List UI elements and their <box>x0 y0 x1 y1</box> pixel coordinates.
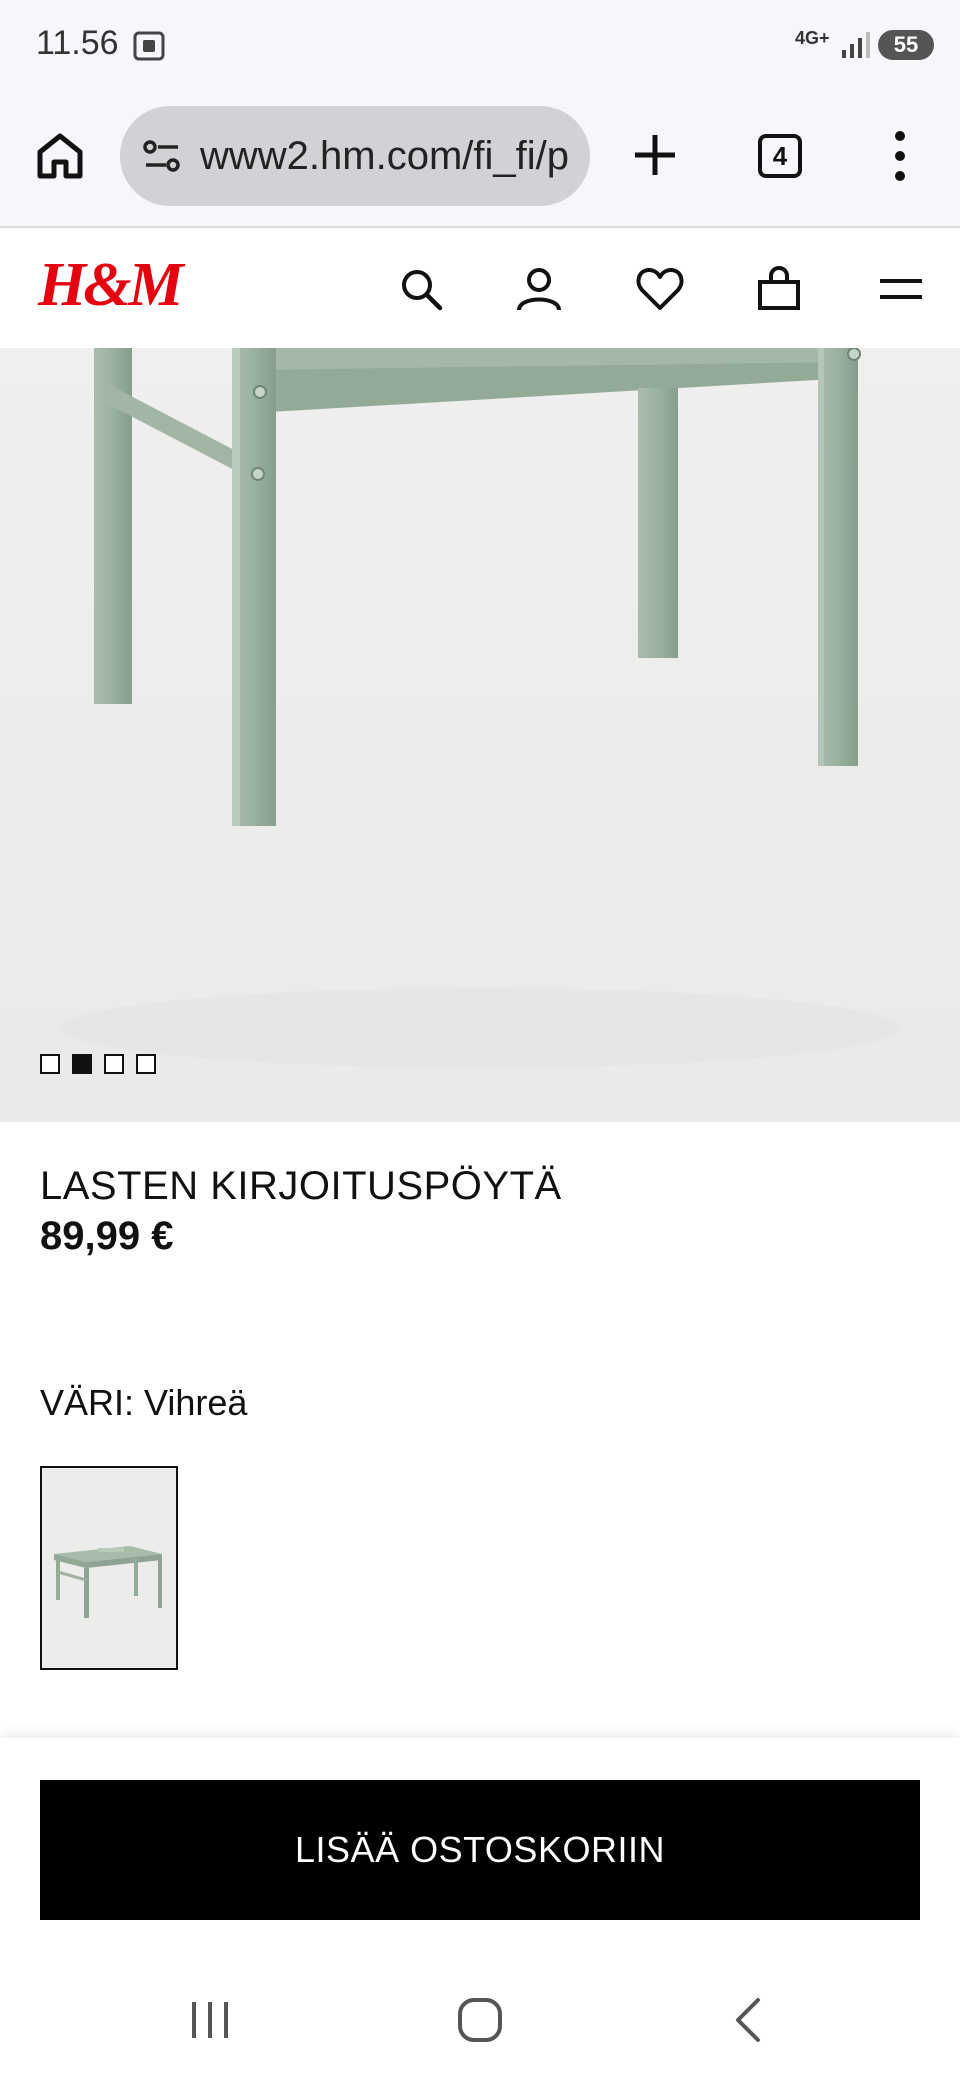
recent-apps-icon[interactable] <box>180 1990 240 2050</box>
battery-indicator: 55 <box>878 30 934 60</box>
hamburger-menu-icon[interactable] <box>876 264 926 314</box>
shopping-bag-icon[interactable] <box>754 264 804 314</box>
home-nav-icon[interactable] <box>450 1990 510 2050</box>
carousel-dot-4[interactable] <box>136 1054 156 1074</box>
site-settings-icon[interactable] <box>142 138 182 174</box>
desk-illustration <box>60 348 900 1068</box>
carousel-dot-1[interactable] <box>40 1054 60 1074</box>
product-price: 89,99 € <box>40 1214 174 1258</box>
product-title: LASTEN KIRJOITUSPÖYTÄ <box>40 1164 562 1208</box>
carousel-dot-3[interactable] <box>104 1054 124 1074</box>
status-time: 11.56 <box>36 24 119 62</box>
home-icon[interactable] <box>34 130 86 182</box>
more-menu-icon[interactable] <box>880 128 920 184</box>
system-nav-bar <box>0 1950 960 2080</box>
hm-logo[interactable]: H&M <box>38 250 184 321</box>
search-icon[interactable] <box>396 264 446 314</box>
tab-switcher-button[interactable]: 4 <box>758 134 802 178</box>
network-indicator: 4G+ <box>795 28 830 48</box>
url-text: www2.hm.com/fi_fi/p <box>200 134 569 178</box>
address-bar[interactable]: www2.hm.com/fi_fi/p <box>120 106 590 206</box>
new-tab-icon[interactable] <box>630 130 680 180</box>
carousel-dots <box>40 1054 156 1074</box>
color-swatch-green[interactable] <box>40 1466 178 1670</box>
swatch-thumbnail <box>54 1546 162 1618</box>
account-icon[interactable] <box>514 264 564 314</box>
site-header: H&M <box>0 230 960 348</box>
status-bar: 11.56 4G+ 55 <box>0 0 960 92</box>
signal-icon <box>842 32 870 58</box>
sticky-cart-bar: LISÄÄ OSTOSKORIIN <box>0 1738 960 1950</box>
add-to-cart-button[interactable]: LISÄÄ OSTOSKORIIN <box>40 1780 920 1920</box>
screenshot-icon <box>133 31 165 61</box>
favorites-heart-icon[interactable] <box>635 264 685 314</box>
browser-toolbar: www2.hm.com/fi_fi/p 4 <box>0 92 960 228</box>
product-image[interactable] <box>0 348 960 1122</box>
back-nav-icon[interactable] <box>720 1990 780 2050</box>
carousel-dot-2[interactable] <box>72 1054 92 1074</box>
color-label: VÄRI: Vihreä <box>40 1382 248 1423</box>
